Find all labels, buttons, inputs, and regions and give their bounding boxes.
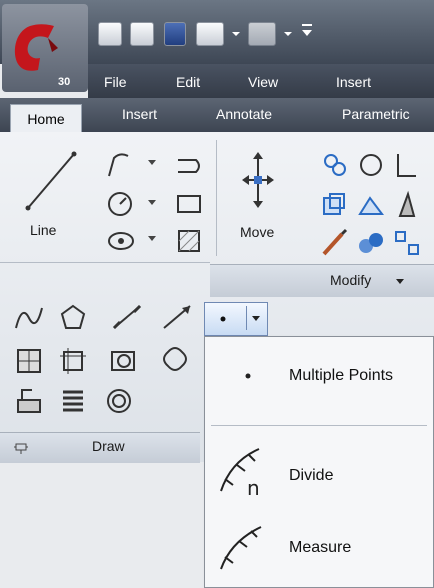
save-icon[interactable] bbox=[164, 22, 186, 46]
mirror-icon[interactable] bbox=[320, 190, 350, 220]
tab-parametric[interactable]: Parametric bbox=[342, 106, 410, 122]
spline-icon[interactable] bbox=[14, 304, 44, 332]
trim-icon[interactable] bbox=[392, 150, 422, 180]
polygon-icon[interactable] bbox=[58, 302, 88, 332]
explode-icon[interactable] bbox=[392, 228, 422, 258]
undo-icon[interactable] bbox=[196, 22, 224, 46]
menu-item-measure[interactable]: Measure bbox=[205, 509, 433, 587]
pin-icon[interactable] bbox=[14, 440, 28, 454]
ellipse-dropdown-icon[interactable] bbox=[148, 236, 156, 242]
line-button-label[interactable]: Line bbox=[30, 222, 56, 238]
point-icon bbox=[245, 373, 251, 379]
modify-expand-icon[interactable] bbox=[396, 279, 404, 285]
rotate-icon[interactable] bbox=[356, 150, 386, 180]
new-file-icon[interactable] bbox=[98, 22, 122, 46]
menu-item-divide[interactable]: n Divide bbox=[205, 429, 433, 507]
ray-icon[interactable] bbox=[160, 302, 194, 332]
copy-icon[interactable] bbox=[320, 150, 350, 180]
point-dropdown-icon[interactable] bbox=[252, 316, 260, 322]
open-folder-icon[interactable] bbox=[130, 22, 154, 46]
wipeout-icon[interactable] bbox=[58, 346, 88, 376]
boundary-icon[interactable] bbox=[14, 386, 44, 416]
move-button-label[interactable]: Move bbox=[240, 224, 274, 240]
split-divider bbox=[246, 306, 247, 330]
menu-view[interactable]: View bbox=[248, 74, 278, 90]
line-icon[interactable] bbox=[22, 148, 80, 214]
draw-row-divider bbox=[0, 262, 210, 263]
stretch-icon[interactable] bbox=[356, 190, 386, 220]
region-icon[interactable] bbox=[14, 346, 44, 376]
rectangle-icon[interactable] bbox=[174, 190, 204, 218]
circle-dropdown-icon[interactable] bbox=[148, 200, 156, 206]
svg-text:n: n bbox=[247, 476, 260, 497]
point-dropdown-menu: Multiple Points n Divide Measure bbox=[204, 336, 434, 588]
menu-edit[interactable]: Edit bbox=[176, 74, 200, 90]
construction-line-icon[interactable] bbox=[110, 302, 144, 332]
tab-home[interactable]: Home bbox=[10, 104, 82, 133]
point-icon bbox=[220, 316, 226, 322]
helix-icon[interactable] bbox=[58, 386, 88, 416]
scale-icon[interactable] bbox=[392, 190, 422, 220]
tab-insert[interactable]: Insert bbox=[122, 106, 157, 122]
tab-annotate[interactable]: Annotate bbox=[216, 106, 272, 122]
undo-dropdown-icon[interactable] bbox=[232, 32, 240, 36]
menu-item-label: Divide bbox=[289, 467, 334, 484]
3d-polyline-icon[interactable] bbox=[108, 346, 138, 376]
revision-cloud-icon[interactable] bbox=[160, 344, 190, 374]
polyline-dropdown-icon[interactable] bbox=[148, 160, 156, 166]
measure-icon bbox=[220, 526, 262, 570]
draw-panel-title[interactable]: Draw bbox=[92, 438, 125, 454]
app-version-label: 30 bbox=[58, 76, 71, 88]
menu-insert[interactable]: Insert bbox=[336, 74, 371, 90]
redo-icon[interactable] bbox=[248, 22, 276, 46]
circle-icon[interactable] bbox=[106, 190, 134, 218]
menu-item-multiple-points[interactable]: Multiple Points bbox=[205, 337, 433, 413]
redo-dropdown-icon[interactable] bbox=[284, 32, 292, 36]
donut-icon[interactable] bbox=[104, 386, 134, 416]
move-icon[interactable] bbox=[240, 150, 276, 210]
arc-icon[interactable] bbox=[174, 152, 204, 180]
customize-qat-icon[interactable] bbox=[302, 24, 312, 38]
app-logo-icon bbox=[14, 24, 58, 71]
menu-item-label: Multiple Points bbox=[289, 367, 394, 384]
menu-file[interactable]: File bbox=[104, 74, 127, 90]
ellipse-icon[interactable] bbox=[106, 228, 136, 254]
array-icon[interactable] bbox=[356, 228, 386, 258]
modify-panel-title[interactable]: Modify bbox=[330, 272, 371, 288]
menu-item-label: Measure bbox=[289, 539, 352, 556]
menu-separator bbox=[211, 425, 427, 426]
application-menu-button[interactable]: 30 bbox=[2, 4, 88, 92]
fillet-icon[interactable] bbox=[320, 228, 350, 258]
divide-icon: n bbox=[220, 448, 260, 497]
panel-divider bbox=[216, 140, 217, 256]
hatch-icon[interactable] bbox=[174, 226, 204, 256]
polyline-icon[interactable] bbox=[106, 150, 132, 180]
